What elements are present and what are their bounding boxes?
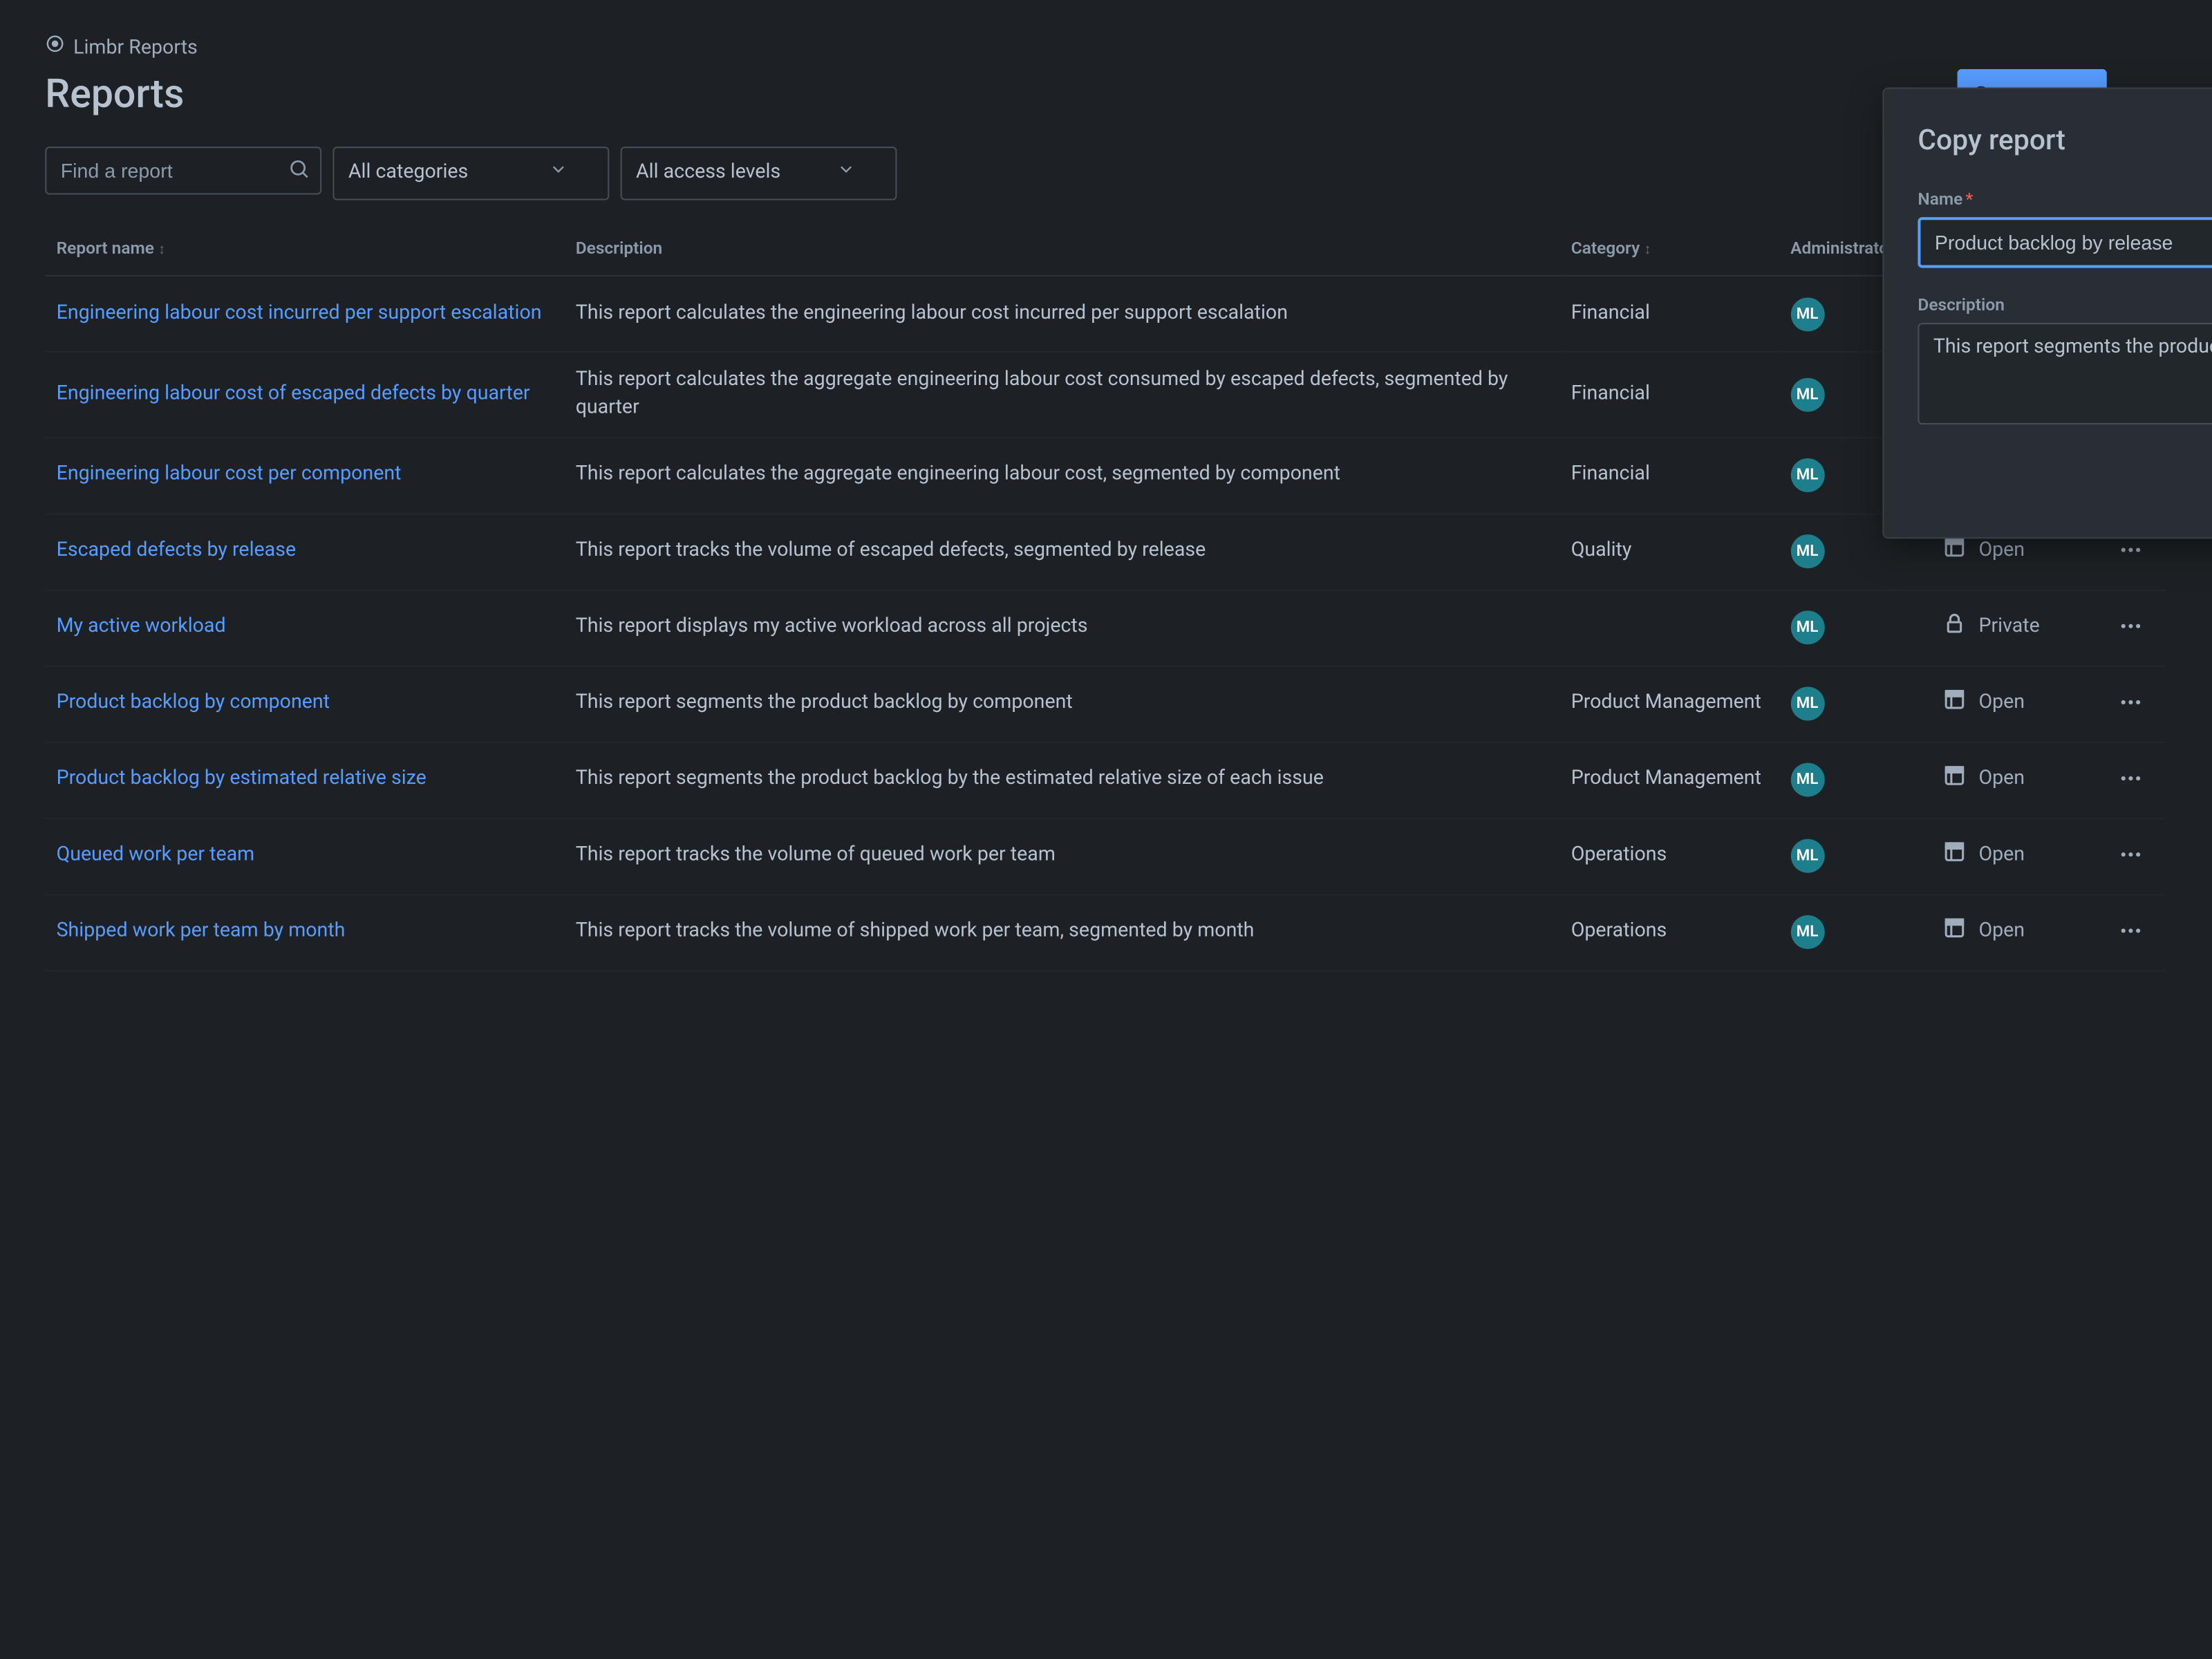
modal-overlay: Copy report Name* Description Create Can…	[0, 0, 2212, 1659]
description-field-label: Description	[1918, 293, 2212, 317]
required-marker: *	[1965, 189, 1973, 209]
name-input[interactable]	[1918, 217, 2212, 268]
name-field-label: Name*	[1918, 187, 2212, 211]
description-textarea[interactable]	[1918, 322, 2212, 424]
dialog-title: Copy report	[1918, 120, 2212, 159]
copy-report-dialog: Copy report Name* Description Create Can…	[1882, 87, 2212, 538]
